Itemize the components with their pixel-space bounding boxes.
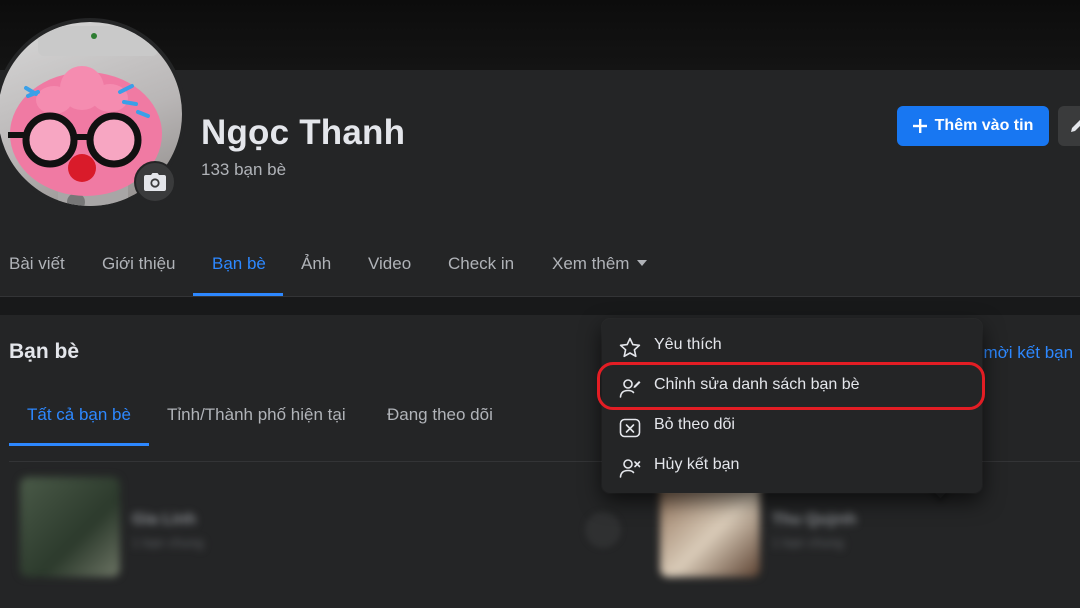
tab-photos[interactable]: Ảnh bbox=[301, 240, 331, 296]
friend-requests-link[interactable]: i mời kết bạn bbox=[975, 343, 1073, 363]
tab-posts[interactable]: Bài viết bbox=[9, 240, 65, 296]
tab-more[interactable]: Xem thêm bbox=[552, 240, 648, 296]
camera-icon bbox=[144, 173, 166, 191]
subtab-following[interactable]: Đang theo dõi bbox=[387, 405, 493, 425]
friend-options-button[interactable] bbox=[585, 512, 621, 548]
menu-item-favorite[interactable]: Yêu thích bbox=[602, 327, 982, 367]
friend-name: Gia Linh bbox=[132, 511, 196, 528]
unfriend-icon bbox=[619, 459, 641, 478]
edit-profile-button[interactable] bbox=[1058, 106, 1080, 146]
star-icon bbox=[619, 337, 641, 358]
pencil-icon bbox=[1071, 120, 1080, 132]
add-to-story-button[interactable]: Thêm vào tin bbox=[897, 106, 1049, 146]
menu-item-unfriend[interactable]: Hủy kết bạn bbox=[602, 447, 982, 487]
menu-item-label: Yêu thích bbox=[654, 336, 722, 353]
change-avatar-button[interactable] bbox=[134, 161, 176, 203]
plus-icon bbox=[912, 119, 927, 133]
tab-friends[interactable]: Bạn bè bbox=[212, 240, 266, 296]
menu-item-label: Hủy kết bạn bbox=[654, 456, 740, 473]
menu-item-unfollow[interactable]: Bỏ theo dõi bbox=[602, 407, 982, 447]
friends-section-title: Bạn bè bbox=[9, 340, 80, 363]
profile-name: Ngọc Thanh bbox=[201, 113, 406, 152]
menu-item-label: Bỏ theo dõi bbox=[654, 416, 735, 433]
unfollow-icon bbox=[619, 418, 641, 438]
add-to-story-label: Thêm vào tin bbox=[934, 117, 1034, 134]
active-tab-indicator bbox=[193, 293, 283, 296]
friend-name: Thu Quỳnh bbox=[772, 511, 857, 528]
tab-about[interactable]: Giới thiệu bbox=[102, 240, 176, 296]
tab-more-label: Xem thêm bbox=[552, 254, 630, 273]
friend-mutual: 1 bạn chung bbox=[132, 535, 204, 550]
caret-down-icon bbox=[637, 259, 648, 266]
subtab-all-friends[interactable]: Tất cả bạn bè bbox=[27, 405, 131, 425]
highlight-annotation bbox=[597, 362, 985, 410]
friend-count[interactable]: 133 bạn bè bbox=[201, 160, 286, 180]
active-subtab-indicator bbox=[9, 443, 149, 446]
friend-avatar bbox=[20, 477, 120, 577]
friend-mutual: 1 bạn chung bbox=[772, 535, 844, 550]
header-divider bbox=[0, 296, 1080, 297]
tab-videos[interactable]: Video bbox=[368, 240, 411, 296]
tab-check-in[interactable]: Check in bbox=[448, 240, 514, 296]
subtab-current-city[interactable]: Tỉnh/Thành phố hiện tại bbox=[167, 405, 346, 425]
facebook-profile-page: Ngọc Thanh 133 bạn bè Thêm vào tin Bài v… bbox=[0, 0, 1080, 608]
